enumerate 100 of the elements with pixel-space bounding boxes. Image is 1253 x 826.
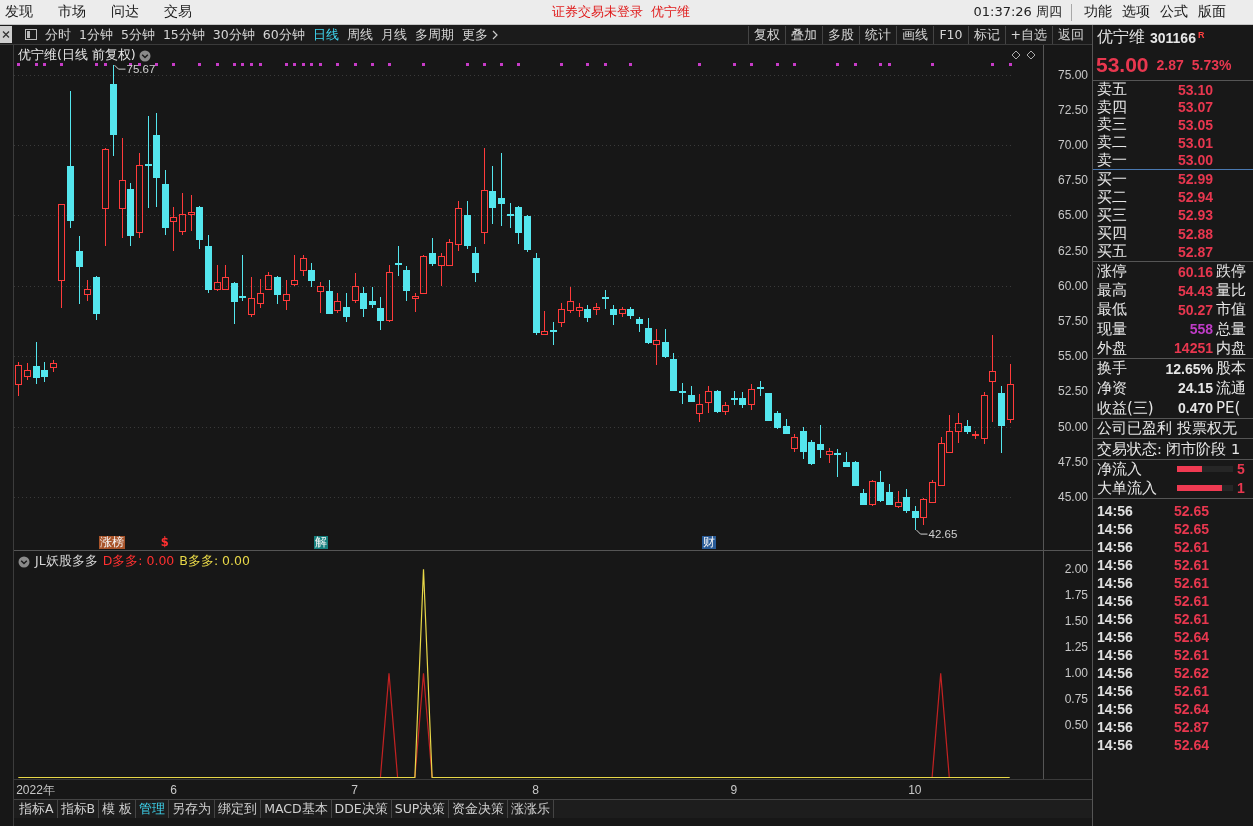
indicator-tab[interactable]: DDE决策 [331,800,392,818]
axis-label: 7 [351,783,358,797]
indicator-title: JL妖股多多 [35,553,98,570]
indicator-tab[interactable]: 涨涨乐 [508,800,555,818]
indicator-tab[interactable]: MACD基本 [261,800,332,818]
flow-value: 5 [1237,461,1246,478]
menu-item[interactable]: 问达 [111,3,139,21]
toolbar-button[interactable]: 画线 [896,25,934,44]
order-level-label: 买一 [1097,170,1128,188]
order-level-label: 买五 [1097,243,1128,261]
axis-label: 70.00 [1057,137,1088,152]
axis-label: 45.00 [1057,490,1088,504]
indicator-tab[interactable]: SUP决策 [391,800,450,818]
high-price-callout: 75.67 [114,63,156,76]
flow-label: 大单流入 [1097,479,1158,497]
trade-price: 52.87 [1172,718,1209,735]
axis-label: 6 [170,783,177,797]
period-tab[interactable]: 分时 [42,25,74,44]
dropdown-icon[interactable] [138,49,151,62]
period-tab[interactable]: 月线 [377,25,410,44]
candlestick [1007,363,1014,424]
period-tab[interactable]: 1分钟 [76,25,116,44]
trade-price: 52.64 [1172,736,1209,753]
toolbar-button[interactable]: 多股 [822,25,860,44]
toolbar-button[interactable]: 叠加 [785,25,823,44]
axis-label: 1.50 [1064,614,1088,629]
stat-label: 股本 [1216,360,1247,378]
stat-value: 54.43 [1176,282,1213,299]
trade-time: 14:56 [1097,682,1134,699]
indicator-tab[interactable]: 另存为 [169,800,216,818]
candlestick [886,483,893,505]
candlestick [317,281,324,314]
percent-change: 5.73% [1191,57,1232,73]
dropdown-icon[interactable] [18,555,30,568]
more-menu[interactable]: 更多 [458,25,501,44]
menu-item[interactable]: 版面 [1198,3,1226,21]
period-tab[interactable]: 60分钟 [259,25,308,44]
axis-label: 0.50 [1064,718,1088,733]
axis-label: 52.50 [1057,384,1088,399]
indicator-tab[interactable]: 模 板 [99,800,137,818]
menu-item[interactable]: 发现 [5,3,33,21]
period-tab[interactable]: 周线 [343,25,376,44]
info-text: 交易状态: 闭市阶段 1 [1097,439,1241,459]
toolbar-button[interactable]: 复权 [748,25,786,44]
panel-toggle-icon[interactable] [25,29,37,40]
order-price: 52.94 [1176,189,1213,206]
axis-label: 67.50 [1057,173,1088,188]
axis-label: 1.25 [1064,640,1088,655]
indicator-tab[interactable]: 指标B [57,800,100,818]
indicator-tab[interactable]: 管理 [136,800,170,818]
toolbar-button[interactable]: 返回 [1052,25,1089,44]
candlestick [15,361,22,397]
event-tag[interactable]: $ [160,536,169,549]
candlestick [274,275,281,305]
candlestick [179,192,186,236]
toolbar-button[interactable]: +自选 [1004,25,1052,44]
info-text: 公司已盈利 投票权无 [1097,419,1237,439]
indicator-tab[interactable]: 资金决策 [449,800,509,818]
period-tab[interactable]: 多周期 [411,25,457,44]
trade-price: 52.61 [1172,610,1209,627]
toolbar-button[interactable]: F10 [933,25,968,44]
candlestick [386,264,393,323]
login-status: 证券交易未登录 [552,3,643,21]
close-icon[interactable] [0,26,12,43]
menu-item[interactable]: 公式 [1160,3,1188,21]
stat-label: 流通 [1216,379,1247,397]
indicator-tab[interactable]: 指标A [16,800,58,818]
event-tag[interactable]: 涨榜 [98,536,125,549]
trade-price: 52.65 [1172,502,1209,519]
order-price: 53.10 [1176,81,1213,98]
trade-time: 14:56 [1097,646,1134,663]
menu-item[interactable]: 选项 [1122,3,1150,21]
trade-time: 14:56 [1097,718,1134,735]
order-price: 53.00 [1176,152,1213,169]
toolbar-button[interactable]: 统计 [859,25,897,44]
period-tab[interactable]: 30分钟 [209,25,258,44]
period-tab[interactable]: 15分钟 [159,25,208,44]
period-tab[interactable]: 日线 [309,25,342,44]
stat-label: 涨停 [1097,263,1128,280]
trade-time: 14:56 [1097,502,1134,519]
candlestick [705,385,712,414]
indicator-tab[interactable]: 绑定到 [215,800,262,818]
stat-label: 总量 [1216,320,1247,338]
menu-item[interactable]: 功能 [1084,3,1112,21]
stock-name: 优宁维 [651,3,690,21]
candlestick [929,479,936,504]
axis-label: 75.00 [1057,67,1088,82]
stat-value: 24.15 [1176,380,1213,397]
period-tab[interactable]: 5分钟 [117,25,158,44]
order-price: 53.05 [1176,117,1213,133]
stat-label: 最高 [1097,282,1128,300]
menu-item[interactable]: 市场 [58,3,86,21]
axis-label: 55.00 [1057,349,1088,364]
axis-label: 62.50 [1057,243,1088,258]
indicator-value: B多多: 0.00 [179,553,250,570]
menu-item[interactable]: 交易 [164,3,192,21]
order-price: 52.99 [1176,171,1213,188]
event-tag[interactable]: 解 [314,536,329,549]
toolbar-button[interactable]: 标记 [967,25,1005,44]
event-tag[interactable]: 财 [701,536,716,549]
